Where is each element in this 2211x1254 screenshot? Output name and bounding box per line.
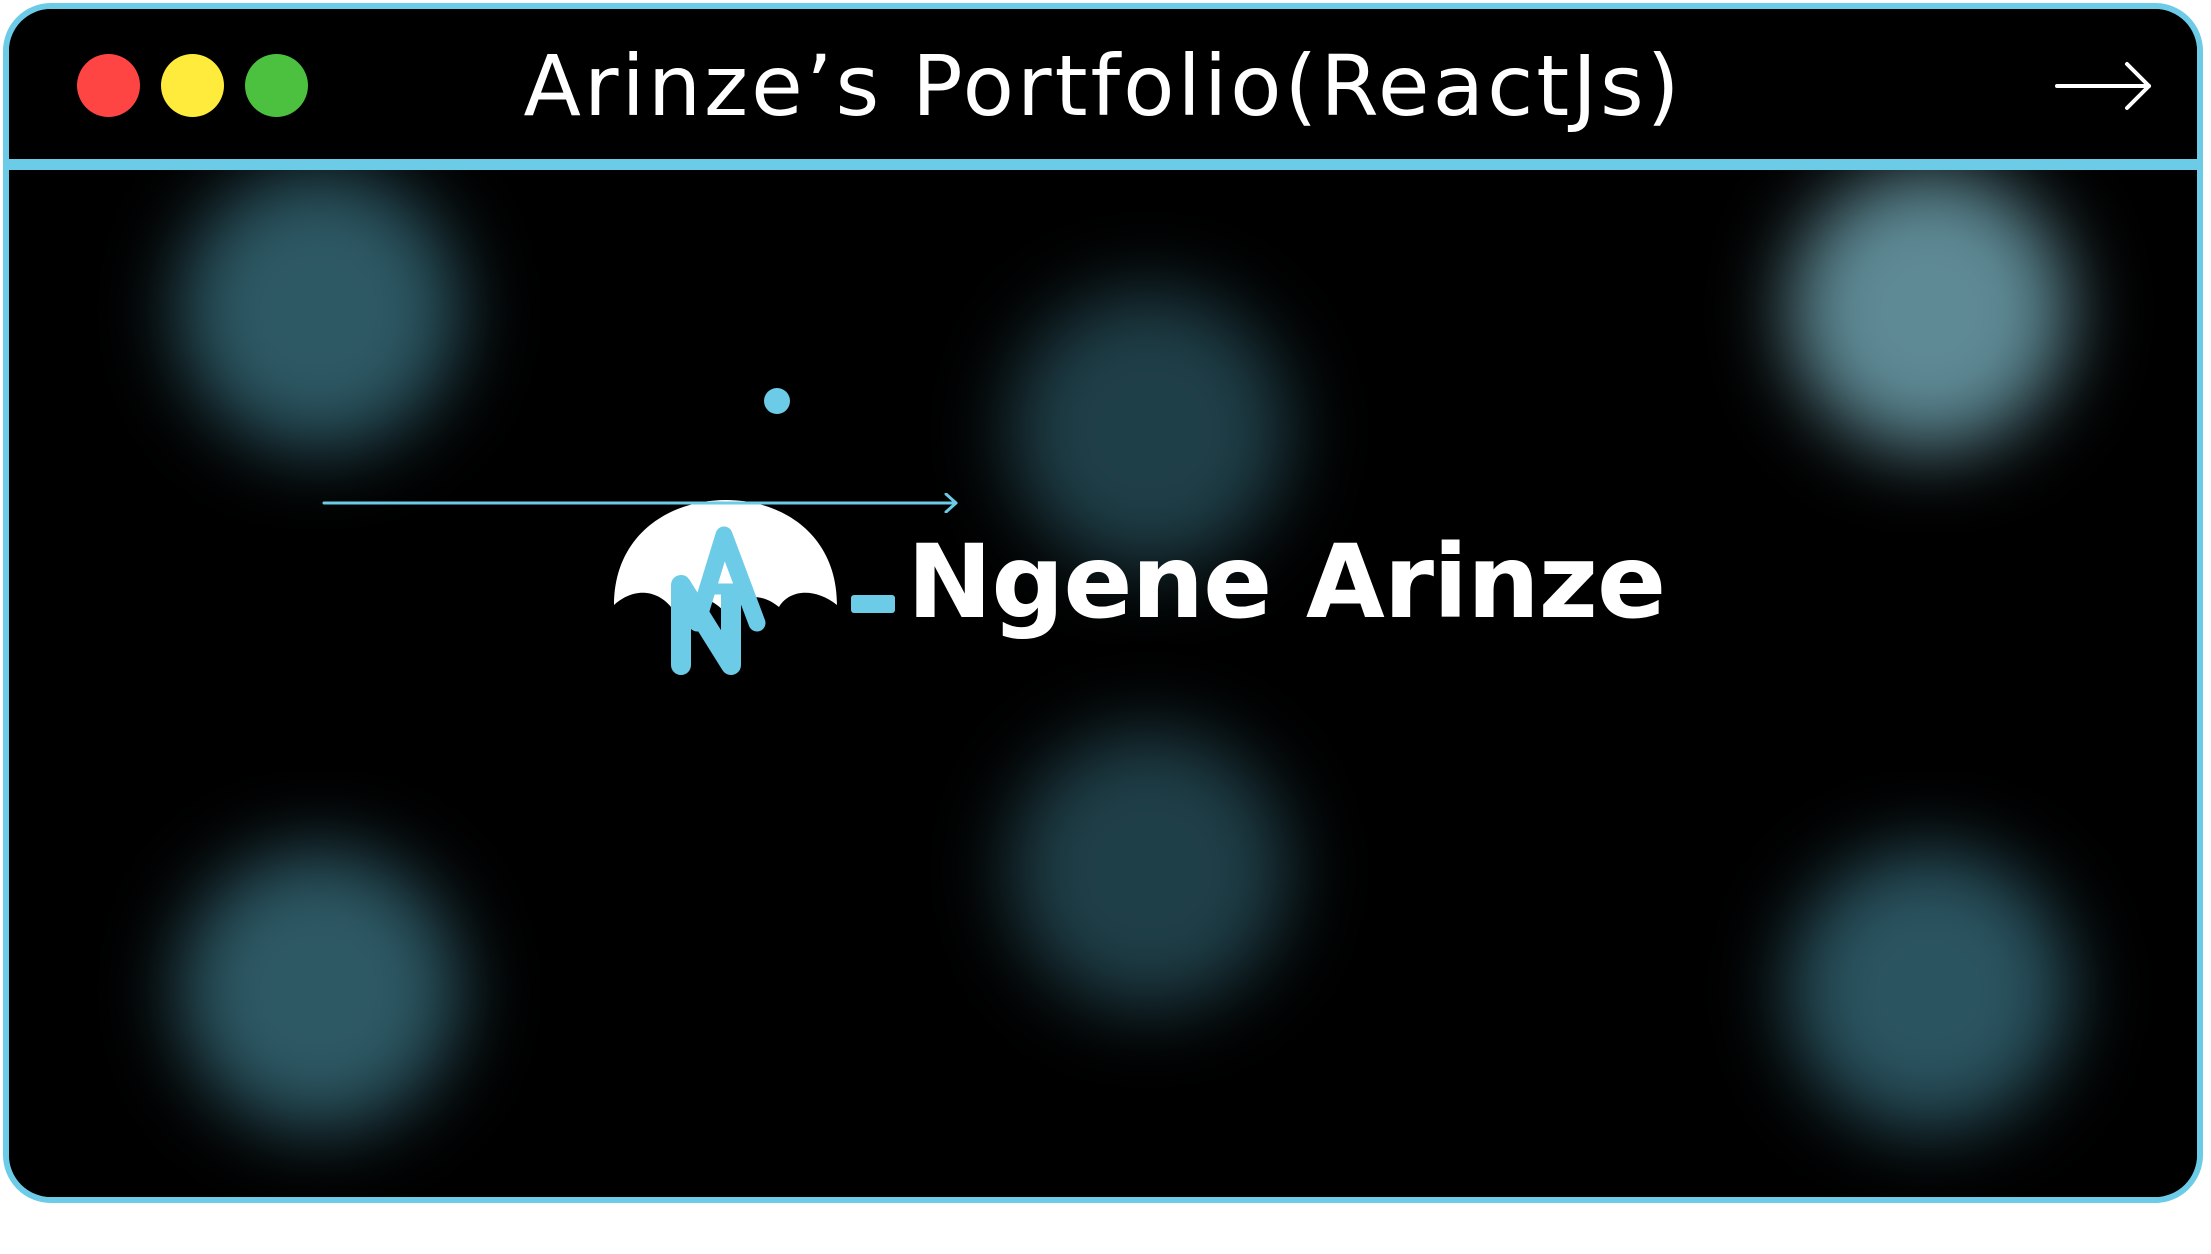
background-glow <box>179 170 459 450</box>
arrow-right-icon[interactable] <box>2055 59 2155 113</box>
background-glow <box>1789 170 2069 450</box>
background-glow <box>1009 730 1289 1010</box>
background-glow <box>1789 850 2069 1130</box>
background-glow <box>179 850 459 1130</box>
na-umbrella-logo-icon <box>614 500 837 675</box>
arrow-right-icon <box>322 493 958 513</box>
name-accent-dot <box>764 388 790 414</box>
title-bar: Arinze’s Portfolio(ReactJs) <box>9 9 2197 170</box>
splash-content: Ngene Arinze <box>9 170 2197 1197</box>
window-title: Arinze’s Portfolio(ReactJs) <box>523 37 1683 135</box>
separator-dash <box>851 595 895 613</box>
app-window: Arinze’s Portfolio(ReactJs) Ngene Arinze <box>3 3 2203 1203</box>
brand-lockup: Ngene Arinze <box>609 495 1666 695</box>
owner-name: Ngene Arinze <box>907 523 1666 642</box>
